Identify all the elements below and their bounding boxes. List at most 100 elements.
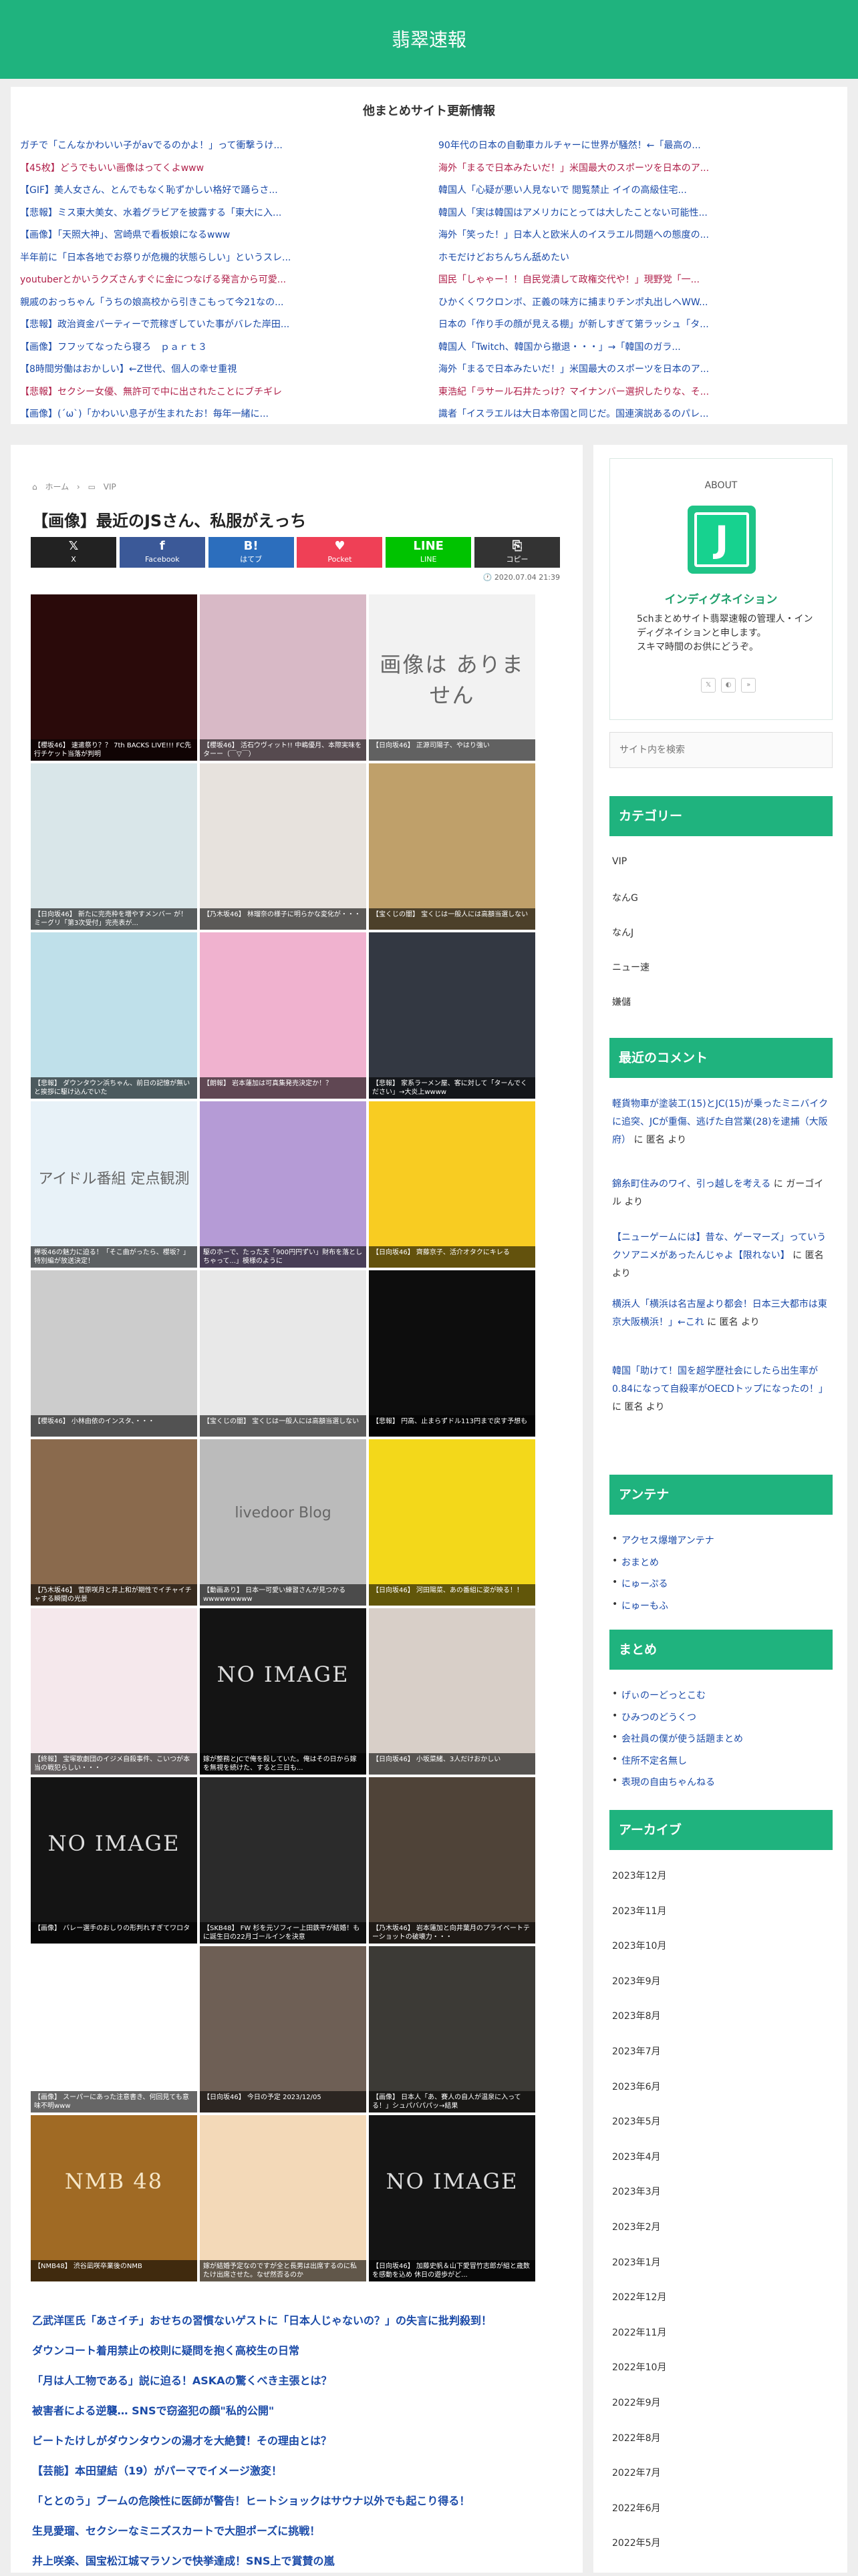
thumbnail-card[interactable]: 【櫻坂46】 活石ウヴィット!! 中嶋優月、本際実味を ターー（￣▽￣） bbox=[200, 594, 366, 761]
thumbnail-card[interactable]: 【日向坂46】 小坂菜緒、3人だけおかしい bbox=[369, 1608, 535, 1775]
category-link[interactable]: 嫌儲 bbox=[612, 995, 631, 1008]
rss-link[interactable]: 【画像】(´ω`)「かわいい息子が生まれたお！毎年一緒に... bbox=[20, 403, 421, 426]
archive-link[interactable]: 2022年6月 bbox=[612, 2501, 661, 2515]
antenna-link[interactable]: にゅーぷる bbox=[612, 1577, 668, 1590]
breadcrumb-home[interactable]: ホーム bbox=[45, 482, 69, 492]
related-link[interactable]: 「月は人工物である」説に迫る！ASKAの驚くべき主張とは？ bbox=[32, 2366, 567, 2396]
rss-link[interactable]: ホモだけどおちんちん舐めたい bbox=[438, 247, 839, 270]
comment-post-link[interactable]: 韓国「助けて！国を超学歴社会にしたら出生率が0.84になって自殺率がOECDトッ… bbox=[612, 1366, 828, 1395]
rss-link[interactable]: 【GIF】美人女さん、とんでもなく恥ずかしい格好で踊らさ... bbox=[20, 180, 421, 202]
related-link[interactable]: 生見愛瑠、セクシーなミニズスカートで大胆ポーズに挑戦！ bbox=[32, 2516, 567, 2546]
share-line-button[interactable]: LINE LINE bbox=[386, 537, 472, 568]
thumbnail-card[interactable]: livedoor Blog 【動画あり】 日本一可愛い練習さんが見つかるwwwww… bbox=[200, 1439, 366, 1606]
thumbnail-card[interactable]: NMB 48 【NMB48】 渋谷凪咲卒業後のNMB bbox=[31, 2115, 197, 2281]
rss-link[interactable]: ガチで「こんなかわいい子がavでるのかよ！」って衝撃うけ... bbox=[20, 135, 421, 158]
rss-link[interactable]: 海外「まるで日本みたいだ！」米国最大のスポーツを日本のア... bbox=[438, 359, 839, 381]
share-facebook-button[interactable]: f Facebook bbox=[119, 537, 205, 568]
rss-link[interactable]: 【45枚】どうでもいい画像はってくよwww bbox=[20, 158, 421, 180]
archive-link[interactable]: 2023年9月 bbox=[612, 1974, 661, 1988]
archive-link[interactable]: 2023年4月 bbox=[612, 2150, 661, 2163]
comment-post-link[interactable]: 錦糸町住みのワイ、引っ越しを考える bbox=[612, 1179, 770, 1189]
rss-link[interactable]: 【画像】フフッてなったら寝ろ ｐａｒｔ３ bbox=[20, 337, 421, 359]
rss-link[interactable]: 韓国人「心疑が悪い人見ないで 閲覧禁止 イイの高級住宅... bbox=[438, 180, 839, 202]
search-input[interactable] bbox=[609, 732, 833, 768]
rss-link[interactable]: 韓国人「Twitch、韓国から撤退・・・」→「韓国のガラ... bbox=[438, 337, 839, 359]
thumbnail-card[interactable]: 【櫻坂46】 小林由依のインスタ、・・・ bbox=[31, 1270, 197, 1437]
antenna-link[interactable]: おまとめ bbox=[612, 1555, 659, 1569]
archive-link[interactable]: 2022年10月 bbox=[612, 2360, 666, 2374]
thumbnail-card[interactable]: NO IMAGE 【画像】 バレー選手のおしりの形判れすぎてワロタ bbox=[31, 1777, 197, 1944]
x-icon[interactable]: 𝕏 bbox=[701, 678, 716, 693]
antenna-link[interactable]: アクセス爆増アンテナ bbox=[612, 1533, 714, 1547]
site-title[interactable]: 翡翠速報 bbox=[0, 25, 858, 52]
thumbnail-card[interactable]: 【日向坂46】 齊藤京子、活介オタクにキレる bbox=[369, 1101, 535, 1268]
related-link[interactable]: ビートたけしがダウンタウンの湯才を大絶賛！その理由とは？ bbox=[32, 2426, 567, 2456]
antenna-link[interactable]: にゅーもふ bbox=[612, 1599, 668, 1612]
rss-link[interactable]: 韓国人「実は韓国はアメリカにとっては大したことない可能性... bbox=[438, 202, 839, 225]
category-link[interactable]: VIP bbox=[612, 856, 627, 867]
thumbnail-card[interactable]: 【宝くじの闇】 宝くじは一般人には高額当選しない bbox=[369, 763, 535, 930]
share-hatena-button[interactable]: B! はてブ bbox=[208, 537, 294, 568]
thumbnail-card[interactable]: 【終報】 宝塚歌劇団のイジメ自殺事件、こいつが本当の戦犯らしい・・・ bbox=[31, 1608, 197, 1775]
thumbnail-card[interactable]: アイドル番組 定点観測 欅坂46の魅力に迫る！「そこ曲がったら、櫻坂？」特別編が放… bbox=[31, 1101, 197, 1268]
related-link[interactable]: 被害者による逆襲… SNSで窃盗犯の顔"私的公開" bbox=[32, 2396, 567, 2426]
rss-link[interactable]: 海外「まるで日本みたいだ！」米国最大のスポーツを日本のア... bbox=[438, 158, 839, 180]
thumbnail-card[interactable]: 【日向坂46】 河田陽菜、あの番組に姿が映る！！ bbox=[369, 1439, 535, 1606]
rss-link[interactable]: 国民「しゃゃー！！自民党潰して政権交代や！」現野党「一... bbox=[438, 269, 839, 292]
share-x-button[interactable]: 𝕏X bbox=[31, 537, 116, 568]
feedly-icon[interactable]: ◐ bbox=[721, 678, 736, 693]
thumbnail-card[interactable]: 【SKB48】 FW 杉を元ソフィー上田鉄平が結婚！もに誕生日の22月ゴールイン… bbox=[200, 1777, 366, 1944]
thumbnail-card[interactable]: 【画像】 日本人「あ、賽人の自人が温泉に入ってる！」シュパバパパッ→結果 bbox=[369, 1946, 535, 2112]
thumbnail-card[interactable]: 【朗報】 岩本蓮加は可真集発売決定か！？ bbox=[200, 932, 366, 1099]
archive-link[interactable]: 2023年2月 bbox=[612, 2220, 661, 2233]
thumbnail-card[interactable]: 駆のホーで、たった天「900円円ずい」財布を落としちゃって...」模様のように bbox=[200, 1101, 366, 1268]
related-link[interactable]: 【芸能】本田望結（19）がパーマでイメージ激変！ bbox=[32, 2456, 567, 2486]
category-link[interactable]: なんJ bbox=[612, 926, 633, 939]
matome-link[interactable]: 住所不定名無し bbox=[612, 1754, 687, 1767]
archive-link[interactable]: 2022年7月 bbox=[612, 2466, 661, 2479]
rss-link[interactable]: 東浩紀「ラサール石井たっけ？マイナンバー選択したりな、そ... bbox=[438, 381, 839, 404]
thumbnail-card[interactable]: 【悲報】 ダウンタウン浜ちゃん、前日の記憶が無いと挨拶に駆け込んでいた bbox=[31, 932, 197, 1099]
related-link[interactable]: ダウンコート着用禁止の校則に疑問を抱く高校生の日常 bbox=[32, 2336, 567, 2366]
rss-link[interactable]: 90年代の日本の自動車カルチャーに世界が騒然！←「最高の... bbox=[438, 135, 839, 158]
thumbnail-card[interactable]: 嫁が結婚予定なのですが全と長男は出席するのに私たけ出席させた。なぜ然否るのか bbox=[200, 2115, 366, 2281]
archive-link[interactable]: 2023年1月 bbox=[612, 2255, 661, 2269]
thumbnail-card[interactable]: 【日向坂46】 今日の予定 2023/12/05 bbox=[200, 1946, 366, 2112]
rss-link[interactable]: 日本の「作り手の顔が見える棚」が新しすぎて第ラッシュ「タ... bbox=[438, 314, 839, 337]
related-link[interactable]: 「ととのう」ブームの危険性に医師が警告！ヒートショックはサウナ以外でも起こり得る… bbox=[32, 2486, 567, 2516]
thumbnail-card[interactable]: 【乃木坂46】 菅原咲月と井上和が期性でイチャイチャする瞬間の光景 bbox=[31, 1439, 197, 1606]
matome-link[interactable]: 会社員の僕が使う話題まとめ bbox=[612, 1732, 743, 1745]
rss-link[interactable]: 【悲報】セクシー女優、無許可で中に出されたことにブチギレ bbox=[20, 381, 421, 404]
archive-link[interactable]: 2022年5月 bbox=[612, 2536, 661, 2549]
thumbnail-card[interactable]: 【宝くじの闇】 宝くじは一般人には高額当選しない bbox=[200, 1270, 366, 1437]
thumbnail-card[interactable]: 【悲報】 円高、止まらずドル113円まで戻す予想も bbox=[369, 1270, 535, 1437]
archive-link[interactable]: 2022年9月 bbox=[612, 2396, 661, 2409]
rss-link[interactable]: 半年前に「日本各地でお祭りが危機的状態らしい」というスレ... bbox=[20, 247, 421, 270]
thumbnail-card[interactable]: 【乃木坂46】 林瑠奈の様子に明らかな変化が・・・ bbox=[200, 763, 366, 930]
breadcrumb-category[interactable]: VIP bbox=[104, 482, 116, 492]
rss-link[interactable]: 【画像】「天照大神」、宮崎県で看板娘になるwww bbox=[20, 224, 421, 247]
author-name[interactable]: インディグネイション bbox=[610, 590, 832, 606]
thumbnail-card[interactable]: 【日向坂46】 新たに完売枠を増やすメンバー が！ミーグリ「第3次受付」完売表が… bbox=[31, 763, 197, 930]
rss-link[interactable]: 親戚のおっちゃん「うちの娘高校から引きこもって今21なの... bbox=[20, 292, 421, 315]
rss-link[interactable]: 【悲報】ミス東大美女、水着グラビアを披露する「東大に入... bbox=[20, 202, 421, 225]
rss-link[interactable]: 海外「笑った！」日本人と欧米人のイスラエル問題への態度の... bbox=[438, 224, 839, 247]
matome-link[interactable]: げぃのーどっとこむ bbox=[612, 1688, 706, 1702]
category-link[interactable]: ニュー速 bbox=[612, 960, 650, 974]
thumbnail-card[interactable]: NO IMAGE 嫁が整務とJCで俺を殺していた。俺はその日から嫁を無視を続けた、… bbox=[200, 1608, 366, 1775]
archive-link[interactable]: 2023年7月 bbox=[612, 2044, 661, 2058]
thumbnail-card[interactable]: 【乃木坂46】 岩本蓮加と向井葉月のプライベートテーショットの破壊力・・・ bbox=[369, 1777, 535, 1944]
archive-link[interactable]: 2023年10月 bbox=[612, 1939, 666, 1952]
archive-link[interactable]: 2023年3月 bbox=[612, 2185, 661, 2198]
related-link[interactable]: 乙武洋匡氏「あさイチ」おせちの習慣ないゲストに「日本人じゃないの？」の失言に批判… bbox=[32, 2306, 567, 2336]
thumbnail-card[interactable]: NO IMAGE 【日向坂46】 加藤史帆＆山下愛冒竹志郎が組と歳数を感動を込め … bbox=[369, 2115, 535, 2281]
archive-link[interactable]: 2023年8月 bbox=[612, 2009, 661, 2022]
thumbnail-card[interactable]: 【悲報】 家系ラーメン屋、客に対して「ターんでください」→大炎上wwww bbox=[369, 932, 535, 1099]
rss-link[interactable]: 識者「イスラエルは大日本帝国と同じだ。国連演説あるのパレ... bbox=[438, 403, 839, 426]
rss-link[interactable]: ひかくくワクロンボ、正義の味方に捕まりチンポ丸出しへWW... bbox=[438, 292, 839, 315]
archive-link[interactable]: 2023年12月 bbox=[612, 1869, 666, 1882]
thumbnail-card[interactable]: 画像は ありません 【日向坂46】 正源司陽子、やはり強い bbox=[369, 594, 535, 761]
share-copy-button[interactable]: ⎘ コピー bbox=[474, 537, 560, 568]
archive-link[interactable]: 2022年12月 bbox=[612, 2290, 666, 2304]
archive-link[interactable]: 2022年8月 bbox=[612, 2431, 661, 2444]
